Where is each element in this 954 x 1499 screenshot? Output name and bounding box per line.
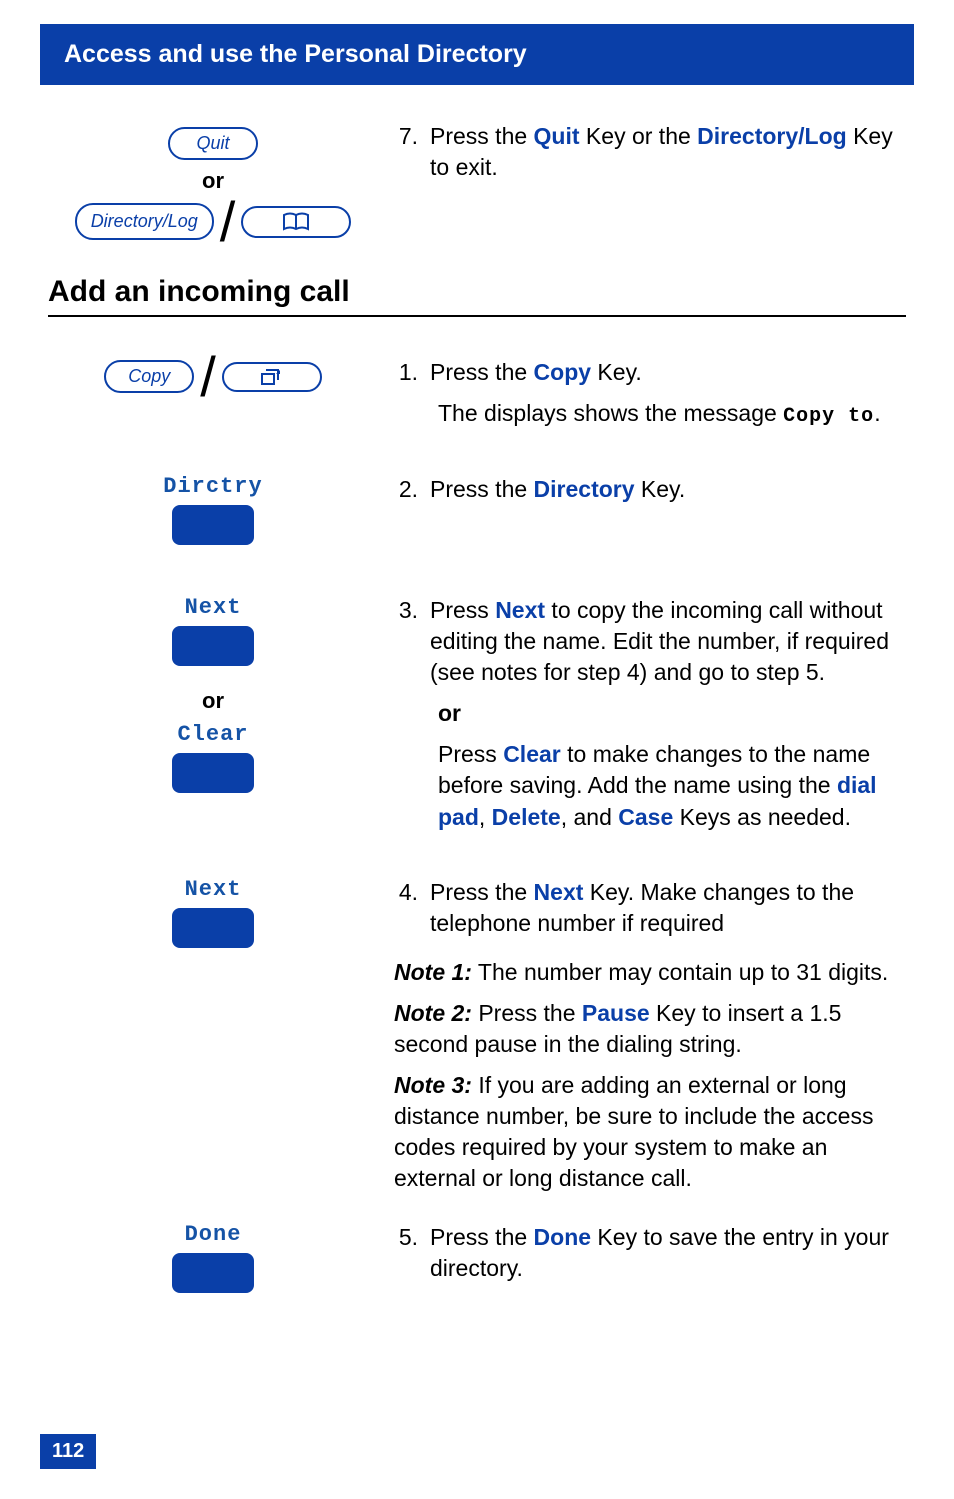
done-lcd: Done [185,1222,242,1247]
pause-key-label: Pause [582,1000,650,1026]
header-title: Access and use the Personal Directory [64,40,527,68]
next-lcd-1: Next [185,595,242,620]
step-4-text: 4. Press the Next Key. Make changes to t… [378,877,906,1204]
copy-to-lcd: Copy to [783,405,874,428]
page-header: Access and use the Personal Directory [40,24,914,85]
book-button[interactable] [241,206,351,238]
quit-button[interactable]: Quit [168,127,258,160]
dirctry-lcd: Dirctry [163,474,262,499]
content: Quit or Directory/Log / 7. Press the Qui… [0,85,954,241]
copy-button[interactable]: Copy [104,360,194,393]
slash-icon: / [220,202,236,241]
step-5-left: Done [48,1222,378,1293]
directory-log-button[interactable]: Directory/Log [75,203,214,240]
step-7-text: 7. Press the Quit Key or the Directory/L… [378,121,906,193]
done-softkey[interactable] [172,1253,254,1293]
note-1-text: The number may contain up to 31 digits. [472,959,888,985]
or-label-right: or [430,698,906,729]
step-1-row: Copy / 1. Press the Copy Key. The displa… [48,357,906,440]
or-label-2: or [202,688,224,714]
next-key-label-2: Next [534,879,584,905]
step-7-left: Quit or Directory/Log / [48,121,378,241]
slash-icon-2: / [200,357,216,396]
note-3-label: Note 3: [394,1072,472,1098]
step-5-num: 5. [394,1222,430,1294]
step-7-num: 7. [394,121,430,193]
step-5-row: Done 5. Press the Done Key to save the e… [48,1222,906,1294]
done-key-label: Done [534,1224,592,1250]
step-1-text: 1. Press the Copy Key. The displays show… [378,357,906,440]
book-icon [282,212,310,232]
clear-lcd: Clear [177,722,248,747]
copy-icon [259,368,285,386]
copy-key-label: Copy [534,359,592,385]
directory-key-label: Directory [534,476,635,502]
step-3-text: 3. Press Next to copy the incoming call … [378,595,906,842]
step-3-row: Next or Clear 3. Press Next to copy the … [48,595,906,842]
step-2-num: 2. [394,474,430,515]
dirctry-softkey[interactable] [172,505,254,545]
quit-key-label: Quit [534,123,580,149]
clear-softkey[interactable] [172,753,254,793]
content-2: Copy / 1. Press the Copy Key. The displa… [0,317,954,1294]
next-key-label: Next [495,597,545,623]
step-1-num: 1. [394,357,430,440]
page-number: 112 [40,1434,96,1469]
step-2-left: Dirctry [48,474,378,545]
step-7-row: Quit or Directory/Log / 7. Press the Qui… [48,121,906,241]
step-2-row: Dirctry 2. Press the Directory Key. [48,474,906,545]
step-4-num: 4. [394,877,430,949]
step-4-row: Next 4. Press the Next Key. Make changes… [48,877,906,1204]
clear-key-label: Clear [503,741,561,767]
section-title: Add an incoming call [0,275,954,309]
next-softkey-2[interactable] [172,908,254,948]
step-2-text: 2. Press the Directory Key. [378,474,906,515]
note-2-label: Note 2: [394,1000,472,1026]
step-3-num: 3. [394,595,430,842]
step-3-left: Next or Clear [48,595,378,793]
copy-icon-button[interactable] [222,362,322,392]
delete-key-label: Delete [492,804,561,830]
page: Access and use the Personal Directory Qu… [0,24,954,1499]
step-1-left: Copy / [48,357,378,396]
next-softkey-1[interactable] [172,626,254,666]
directory-log-key-label: Directory/Log [697,123,847,149]
step-4-left: Next [48,877,378,948]
case-key-label: Case [618,804,673,830]
step-5-text: 5. Press the Done Key to save the entry … [378,1222,906,1294]
next-lcd-2: Next [185,877,242,902]
note-1-label: Note 1: [394,959,472,985]
